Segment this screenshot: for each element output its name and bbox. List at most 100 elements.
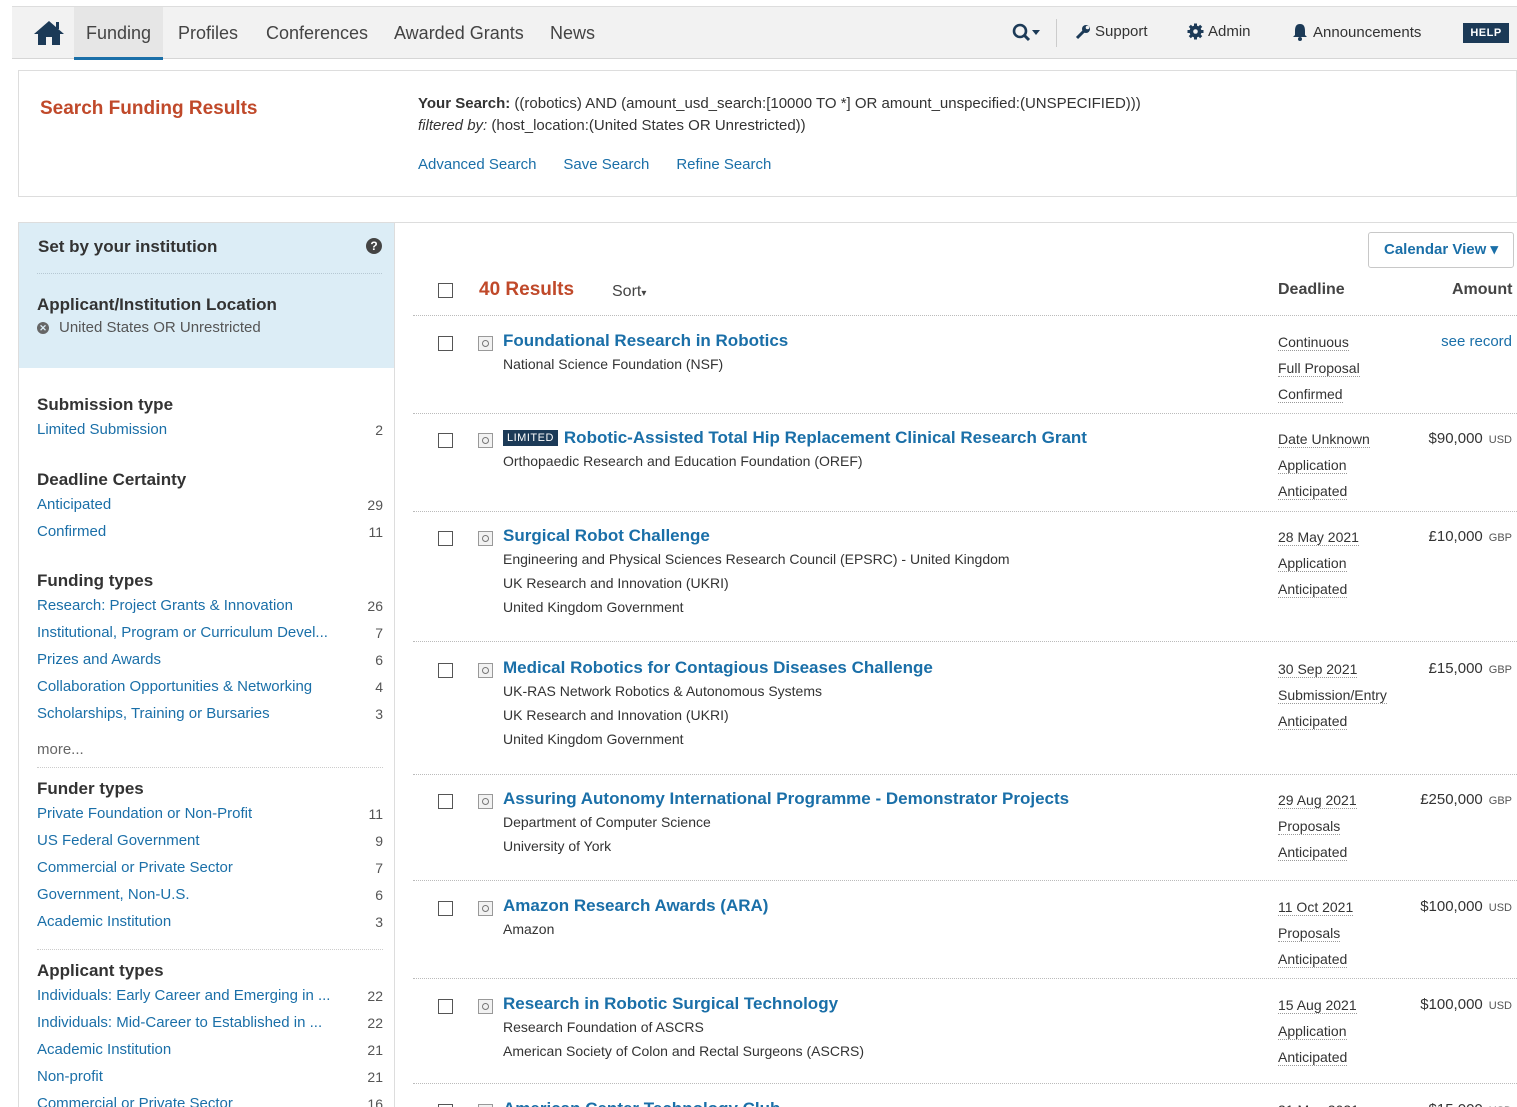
preview-icon[interactable] bbox=[478, 433, 493, 448]
result-title[interactable]: Medical Robotics for Contagious Diseases… bbox=[503, 658, 933, 678]
column-header-amount[interactable]: Amount bbox=[1452, 281, 1512, 299]
result-checkbox[interactable] bbox=[438, 794, 453, 809]
tab-news[interactable]: News bbox=[550, 7, 595, 60]
facet-item-label[interactable]: Confirmed bbox=[37, 523, 106, 550]
support-label: Support bbox=[1095, 23, 1148, 40]
facet-item[interactable]: Prizes and Awards 6 bbox=[37, 651, 383, 678]
facet-item[interactable]: Anticipated 29 bbox=[37, 496, 383, 523]
result-title-link[interactable]: Assuring Autonomy International Programm… bbox=[503, 789, 1069, 809]
tab-conferences[interactable]: Conferences bbox=[266, 7, 368, 60]
facet-item-label[interactable]: Private Foundation or Non-Profit bbox=[37, 805, 252, 832]
preview-icon[interactable] bbox=[478, 663, 493, 678]
preview-icon[interactable] bbox=[478, 531, 493, 546]
facet-item-label[interactable]: Government, Non-U.S. bbox=[37, 886, 190, 913]
result-title-link[interactable]: LIMITED Robotic-Assisted Total Hip Replac… bbox=[503, 428, 1087, 448]
result-title-link[interactable]: Surgical Robot Challenge bbox=[503, 526, 710, 546]
result-checkbox[interactable] bbox=[438, 999, 453, 1014]
result-title[interactable]: Surgical Robot Challenge bbox=[503, 526, 710, 546]
question-icon[interactable]: ? bbox=[366, 238, 382, 254]
facet-item[interactable]: Scholarships, Training or Bursaries 3 bbox=[37, 705, 383, 732]
result-amount[interactable]: see record bbox=[1441, 333, 1512, 350]
result-deadline-info: Anticipated bbox=[1278, 844, 1348, 861]
facet-item-label[interactable]: Commercial or Private Sector bbox=[37, 859, 233, 886]
result-title-link[interactable]: American Center Technology Club bbox=[503, 1099, 780, 1107]
facet-heading: Applicant types bbox=[37, 961, 164, 980]
facet-item-label[interactable]: Academic Institution bbox=[37, 1041, 171, 1068]
facet-item[interactable]: Individuals: Mid-Career to Established i… bbox=[37, 1014, 383, 1041]
home-icon[interactable] bbox=[32, 19, 66, 47]
facet-item-label[interactable]: Individuals: Mid-Career to Established i… bbox=[37, 1014, 322, 1041]
result-deadline-info: 11 Oct 2021 bbox=[1278, 899, 1354, 916]
result-title-link[interactable]: Research in Robotic Surgical Technology bbox=[503, 994, 838, 1014]
facet-item-label[interactable]: Scholarships, Training or Bursaries bbox=[37, 705, 270, 732]
facet-item[interactable]: Confirmed 11 bbox=[37, 523, 383, 550]
result-checkbox[interactable] bbox=[438, 901, 453, 916]
admin-link[interactable]: Admin bbox=[1187, 23, 1251, 40]
facet-item-label[interactable]: Limited Submission bbox=[37, 421, 167, 448]
result-checkbox[interactable] bbox=[438, 531, 453, 546]
facet-item[interactable]: Research: Project Grants & Innovation 26 bbox=[37, 597, 383, 624]
facet-item-count: 21 bbox=[367, 1069, 383, 1085]
result-checkbox[interactable] bbox=[438, 433, 453, 448]
result-checkbox[interactable] bbox=[438, 663, 453, 678]
remove-filter-icon[interactable]: ✕ bbox=[37, 321, 49, 334]
result-title[interactable]: Assuring Autonomy International Programm… bbox=[503, 789, 1069, 809]
facet-item-label[interactable]: Research: Project Grants & Innovation bbox=[37, 597, 293, 624]
facet-item[interactable]: Limited Submission 2 bbox=[37, 421, 383, 448]
facet-item[interactable]: Collaboration Opportunities & Networking… bbox=[37, 678, 383, 705]
save-search-link[interactable]: Save Search bbox=[563, 156, 649, 173]
result-title[interactable]: Foundational Research in Robotics bbox=[503, 331, 788, 351]
facet-item-label[interactable]: Anticipated bbox=[37, 496, 111, 523]
result-title[interactable]: Robotic-Assisted Total Hip Replacement C… bbox=[564, 428, 1087, 448]
result-title[interactable]: American Center Technology Club bbox=[503, 1099, 780, 1107]
column-header-deadline[interactable]: Deadline bbox=[1278, 281, 1345, 299]
facet-item[interactable]: Individuals: Early Career and Emerging i… bbox=[37, 987, 383, 1014]
advanced-search-link[interactable]: Advanced Search bbox=[418, 156, 536, 173]
facet-item[interactable]: US Federal Government 9 bbox=[37, 832, 383, 859]
tab-awarded-grants[interactable]: Awarded Grants bbox=[394, 7, 524, 60]
result-title-link[interactable]: Medical Robotics for Contagious Diseases… bbox=[503, 658, 933, 678]
sort-dropdown[interactable]: Sort▾ bbox=[612, 283, 646, 301]
refine-search-link[interactable]: Refine Search bbox=[676, 156, 771, 173]
facet-item[interactable]: Commercial or Private Sector 7 bbox=[37, 859, 383, 886]
result-sponsor: Engineering and Physical Sciences Resear… bbox=[503, 551, 1010, 567]
preview-icon[interactable] bbox=[478, 999, 493, 1014]
amount-value[interactable]: see record bbox=[1441, 333, 1512, 350]
result-deadline-info: Proposals bbox=[1278, 818, 1341, 835]
facet-item[interactable]: Academic Institution 21 bbox=[37, 1041, 383, 1068]
facet-item-label[interactable]: Non-profit bbox=[37, 1068, 103, 1095]
facet-item-label[interactable]: Academic Institution bbox=[37, 913, 171, 940]
facet-item-label[interactable]: Institutional, Program or Curriculum Dev… bbox=[37, 624, 328, 651]
tab-funding[interactable]: Funding bbox=[74, 7, 164, 60]
facet-item[interactable]: Institutional, Program or Curriculum Dev… bbox=[37, 624, 383, 651]
facet-item-label[interactable]: Collaboration Opportunities & Networking bbox=[37, 678, 312, 705]
select-all-checkbox[interactable] bbox=[438, 283, 453, 298]
facet-item[interactable]: Private Foundation or Non-Profit 11 bbox=[37, 805, 383, 832]
help-button[interactable]: HELP bbox=[1463, 23, 1509, 43]
facet-item-label[interactable]: Commercial or Private Sector bbox=[37, 1095, 233, 1107]
facet-item[interactable]: Academic Institution 3 bbox=[37, 913, 383, 940]
location-value: United States OR Unrestricted bbox=[59, 319, 261, 336]
preview-icon[interactable] bbox=[478, 794, 493, 809]
support-link[interactable]: Support bbox=[1075, 23, 1148, 40]
announcements-link[interactable]: Announcements bbox=[1291, 23, 1421, 41]
facet-item-label[interactable]: US Federal Government bbox=[37, 832, 200, 859]
result-title-link[interactable]: Amazon Research Awards (ARA) bbox=[503, 896, 768, 916]
facet-item[interactable]: Commercial or Private Sector 16 bbox=[37, 1095, 383, 1107]
facet-item-label[interactable]: Prizes and Awards bbox=[37, 651, 161, 678]
result-title[interactable]: Amazon Research Awards (ARA) bbox=[503, 896, 768, 916]
calendar-view-button[interactable]: Calendar View ▾ bbox=[1368, 232, 1514, 268]
result-checkbox[interactable] bbox=[438, 336, 453, 351]
facet-item-label[interactable]: Individuals: Early Career and Emerging i… bbox=[37, 987, 330, 1014]
facet-item[interactable]: Government, Non-U.S. 6 bbox=[37, 886, 383, 913]
preview-icon[interactable] bbox=[478, 336, 493, 351]
result-title[interactable]: Research in Robotic Surgical Technology bbox=[503, 994, 838, 1014]
divider bbox=[413, 774, 1517, 775]
facet-more-link[interactable]: more... bbox=[37, 741, 383, 758]
preview-icon[interactable] bbox=[478, 901, 493, 916]
search-dropdown-button[interactable] bbox=[1012, 22, 1042, 44]
facet-item-count: 21 bbox=[367, 1042, 383, 1058]
facet-item[interactable]: Non-profit 21 bbox=[37, 1068, 383, 1095]
result-title-link[interactable]: Foundational Research in Robotics bbox=[503, 331, 788, 351]
tab-profiles[interactable]: Profiles bbox=[178, 7, 238, 60]
